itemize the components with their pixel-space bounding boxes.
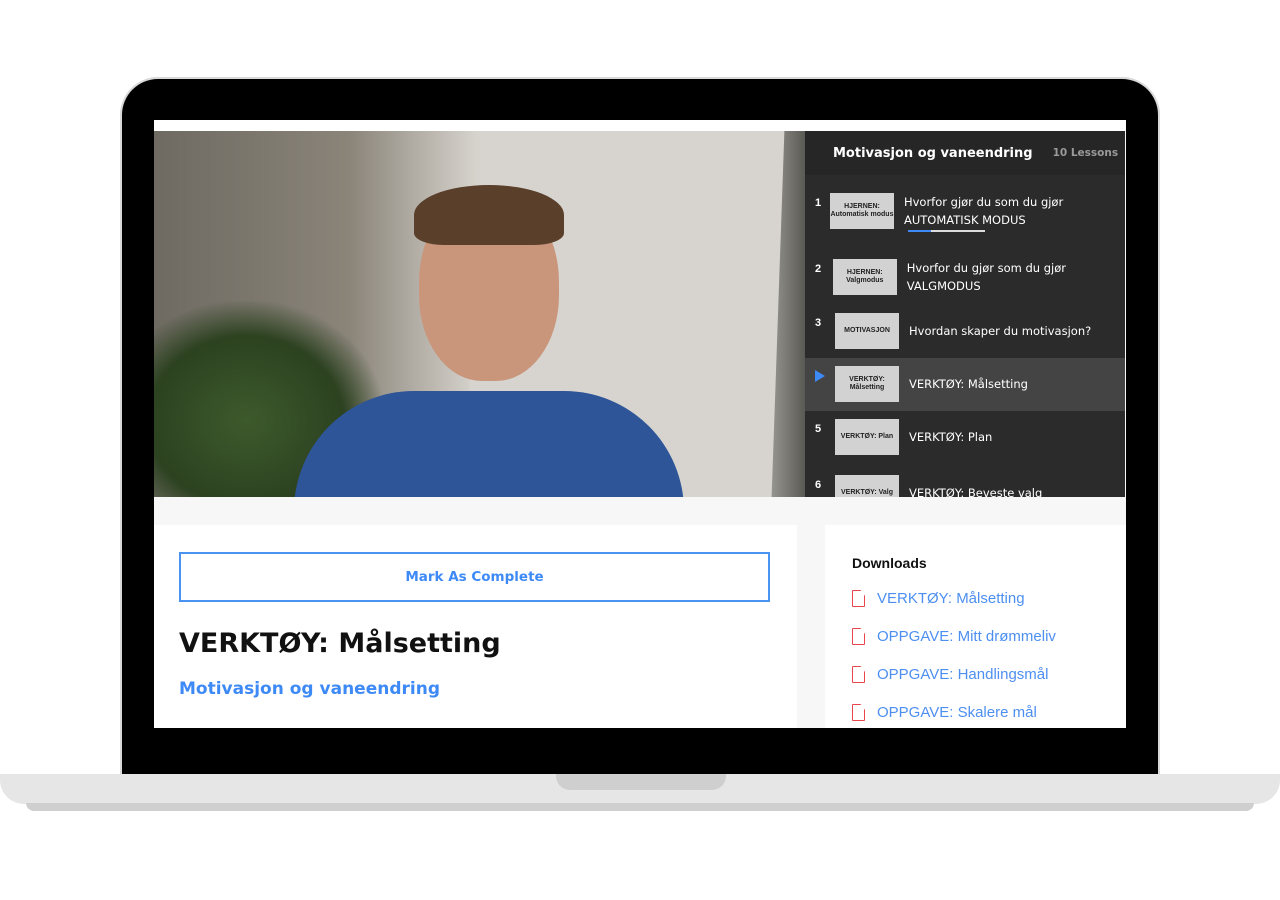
play-icon <box>815 370 825 382</box>
playlist-title: Motivasjon og vaneendring <box>833 145 1033 161</box>
top-bar <box>154 120 1126 131</box>
lesson-thumbnail: MOTIVASJON <box>835 313 899 349</box>
lesson-number: 5 <box>815 423 822 435</box>
pdf-file-icon <box>852 704 865 721</box>
video-player[interactable] <box>154 131 805 497</box>
lesson-thumbnail: HJERNEN: Valgmodus <box>832 259 897 295</box>
lesson-title: Hvorfor gjør du som du gjør AUTOMATISK M… <box>903 195 1064 227</box>
course-link[interactable]: Motivasjon og vaneendring <box>179 679 440 699</box>
lesson-count: 10 Lessons <box>1052 147 1119 159</box>
download-link[interactable]: OPPGAVE: Handlingsmål <box>852 666 1048 683</box>
video-presenter <box>294 185 684 497</box>
lesson-number: 2 <box>815 263 822 275</box>
download-label: OPPGAVE: Mitt drømmeliv <box>877 628 1056 645</box>
lesson-item[interactable]: 5 VERKTØY: Plan VERKTØY: Plan <box>805 411 1125 465</box>
lesson-title: Hvordan skaper du motivasjon? <box>909 324 1092 338</box>
downloads-heading: Downloads <box>852 555 927 571</box>
downloads-panel: Downloads VERKTØY: Målsetting OPPGAVE: Mi… <box>825 525 1126 728</box>
pdf-file-icon <box>852 666 865 683</box>
lesson-title: VERKTØY: Plan <box>909 430 993 444</box>
download-label: OPPGAVE: Skalere mål <box>877 704 1037 721</box>
pdf-file-icon <box>852 590 865 607</box>
laptop-base-shadow <box>26 803 1254 811</box>
download-label: OPPGAVE: Handlingsmål <box>877 666 1049 683</box>
download-label: VERKTØY: Målsetting <box>877 590 1025 607</box>
download-link[interactable]: OPPGAVE: Skalere mål <box>852 704 1037 721</box>
lesson-playlist: Motivasjon og vaneendring 10 Lessons 1 HJ… <box>805 131 1125 497</box>
lesson-title: VERKTØY: Målsetting <box>179 628 501 659</box>
screen: Motivasjon og vaneendring 10 Lessons 1 HJ… <box>154 120 1126 728</box>
pdf-file-icon <box>852 628 865 645</box>
presenter-hair <box>414 185 564 245</box>
lesson-panel: Mark As Complete VERKTØY: Målsetting Mot… <box>154 525 797 728</box>
lesson-title: VERKTØY: Beveste valg <box>909 486 1043 497</box>
lesson-item[interactable]: 6 VERKTØY: Valg VERKTØY: Beveste valg <box>805 465 1125 497</box>
presenter-body <box>294 391 684 497</box>
mark-complete-button[interactable]: Mark As Complete <box>179 552 770 602</box>
playlist-header: Motivasjon og vaneendring 10 Lessons <box>805 131 1125 175</box>
lesson-number: 6 <box>815 479 822 491</box>
lesson-item[interactable]: VERKTØY: Målsetting VERKTØY: Målsetting <box>805 358 1125 411</box>
lesson-thumbnail: VERKTØY: Plan <box>835 419 899 455</box>
lesson-title: Hvorfor du gjør som du gjør VALGMODUS <box>906 261 1066 293</box>
download-link[interactable]: OPPGAVE: Mitt drømmeliv <box>852 628 1056 645</box>
lesson-progress-bar <box>908 230 985 232</box>
lesson-thumbnail: VERKTØY: Målsetting <box>835 366 899 402</box>
download-link[interactable]: VERKTØY: Målsetting <box>852 590 1025 607</box>
lesson-item[interactable]: 3 MOTIVASJON Hvordan skaper du motivasjon? <box>805 305 1125 358</box>
lesson-thumbnail: VERKTØY: Valg <box>835 475 899 497</box>
lesson-title: VERKTØY: Målsetting <box>909 377 1028 391</box>
lesson-item[interactable]: 2 HJERNEN: Valgmodus Hvorfor du gjør som d… <box>805 245 1125 305</box>
lesson-thumbnail: HJERNEN: Automatisk modus <box>829 193 894 229</box>
laptop-notch <box>556 774 726 790</box>
lesson-number: 1 <box>815 197 822 209</box>
lesson-number: 3 <box>815 317 822 329</box>
lesson-item[interactable]: 1 HJERNEN: Automatisk modus Hvorfor gjør d… <box>805 175 1125 245</box>
